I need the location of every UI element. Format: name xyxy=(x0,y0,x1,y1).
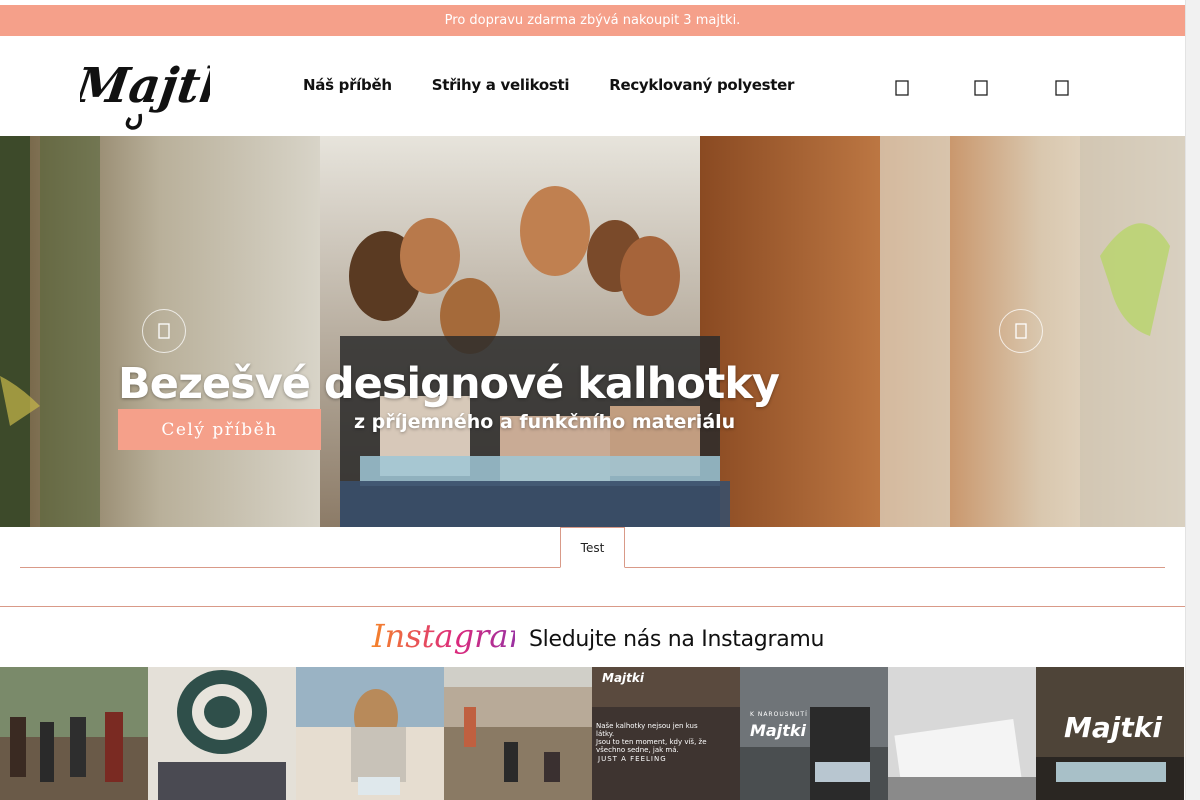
main-nav: Náš příběh Střihy a velikosti Recyklovan… xyxy=(303,76,794,94)
section-divider xyxy=(0,606,1185,607)
tab-test[interactable]: Test xyxy=(560,527,625,568)
instagram-tile[interactable] xyxy=(148,667,296,800)
hero-slider: Bezešvé designové kalhotky Celý příběh z… xyxy=(0,136,1185,527)
scrollbar[interactable] xyxy=(1185,0,1200,800)
instagram-tile[interactable]: K NAROUSNUTÍ Majtki xyxy=(740,667,888,800)
tile-kicker-text: K NAROUSNUTÍ xyxy=(750,711,808,718)
instagram-tile[interactable] xyxy=(444,667,592,800)
tile-caption: Majtki xyxy=(602,671,644,685)
instagram-tile[interactable]: Majtki Naše kalhotky nejsou jen kus látk… xyxy=(592,667,740,800)
hero-headline: Bezešvé designové kalhotky xyxy=(118,359,780,409)
svg-text:Majtki: Majtki xyxy=(80,58,210,114)
nav-item-nas-pribeh[interactable]: Náš příběh xyxy=(303,76,392,94)
tile-caption: Majtki xyxy=(750,721,806,740)
instagram-logo[interactable]: Instagram xyxy=(370,613,539,665)
nav-item-strihy-velikosti[interactable]: Střihy a velikosti xyxy=(432,76,570,94)
tile-caption: Majtki xyxy=(1064,711,1162,744)
instagram-tile[interactable] xyxy=(888,667,1036,800)
slider-next-button[interactable] xyxy=(999,309,1043,353)
svg-text:Instagram: Instagram xyxy=(371,617,515,655)
instagram-tile[interactable]: Majtki xyxy=(1036,667,1184,800)
page: Pro dopravu zdarma zbývá nakoupit 3 majt… xyxy=(0,0,1185,800)
nav-item-recyklovany-polyester[interactable]: Recyklovaný polyester xyxy=(609,76,794,94)
instagram-grid: Majtki Naše kalhotky nejsou jen kus látk… xyxy=(0,667,1185,800)
search-icon[interactable] xyxy=(893,79,911,97)
hero-cta-button[interactable]: Celý příběh xyxy=(118,409,321,450)
majtki-logo[interactable]: Majtki xyxy=(70,44,255,130)
tile-text-line: Naše kalhotky nejsou jen kus látky. xyxy=(596,722,698,738)
instagram-title: Sledujte nás na Instagramu xyxy=(529,626,825,652)
chevron-right-icon xyxy=(1015,323,1027,339)
site-header: Majtki Náš příběh Střihy a velikosti Rec… xyxy=(0,36,1185,136)
hero-subline: z příjemného a funkčního materiálu xyxy=(354,411,736,433)
slider-prev-button[interactable] xyxy=(142,309,186,353)
tile-footer-text: JUST A FEELING xyxy=(598,755,667,763)
tab-bar: Test xyxy=(20,527,1165,568)
chevron-left-icon xyxy=(158,323,170,339)
tile-text-line: všechno sedne, jak má. xyxy=(596,746,679,754)
instagram-tile[interactable] xyxy=(296,667,444,800)
instagram-header: Instagram Sledujte nás na Instagramu xyxy=(370,615,824,663)
user-icon[interactable] xyxy=(972,79,990,97)
promo-bar: Pro dopravu zdarma zbývá nakoupit 3 majt… xyxy=(0,5,1185,36)
instagram-tile[interactable] xyxy=(0,667,148,800)
tile-body-text: Naše kalhotky nejsou jen kus látky. Jsou… xyxy=(596,722,716,754)
promo-text: Pro dopravu zdarma zbývá nakoupit 3 majt… xyxy=(444,13,741,28)
tile-text-line: Jsou to ten moment, kdy víš, že xyxy=(596,738,707,746)
cart-icon[interactable] xyxy=(1053,79,1071,97)
